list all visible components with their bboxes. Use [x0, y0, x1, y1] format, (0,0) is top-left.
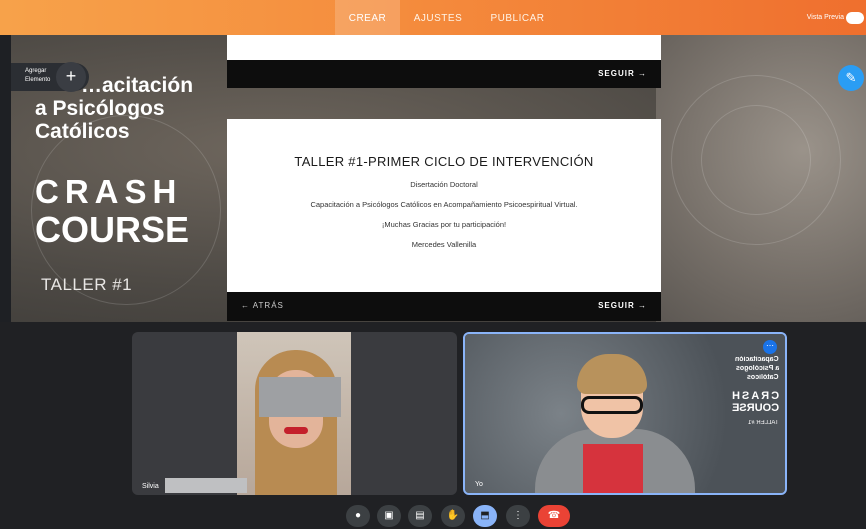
- slide-line: ¡Muchas Gracias por tu participación!: [381, 220, 507, 229]
- slide-title: TALLER #1-PRIMER CICLO DE INTERVENCIÓN: [294, 154, 594, 169]
- pen-icon[interactable]: ✎: [838, 65, 864, 91]
- course-title-line1: …acitación: [81, 74, 194, 97]
- captions-icon[interactable]: ▤: [408, 505, 432, 527]
- preview-toggle[interactable]: [846, 12, 864, 24]
- previous-slide-card: [227, 35, 661, 60]
- crash-heading: CRASH: [35, 173, 183, 210]
- tab-crear[interactable]: CREAR: [335, 0, 400, 35]
- tab-ajustes[interactable]: AJUSTES: [403, 0, 473, 35]
- camera-icon[interactable]: ▣: [377, 505, 401, 527]
- hand-icon[interactable]: ✋: [441, 505, 465, 527]
- top-bar: CREAR AJUSTES PUBLICAR Vista Previa: [0, 0, 866, 35]
- slide-nav-bottom: ← ATRÁS SEGUIR →: [227, 292, 661, 321]
- plus-icon[interactable]: +: [56, 62, 86, 92]
- back-button[interactable]: ← ATRÁS: [241, 301, 284, 310]
- add-element-label: Agregar Elemento: [25, 68, 51, 83]
- mirrored-text: CRASH: [729, 390, 779, 402]
- participant-name: Silvia: [142, 483, 159, 490]
- self-tile[interactable]: Capacitación a Psicólogos Católicos CRAS…: [463, 332, 787, 495]
- course-heading: COURSE: [35, 209, 190, 250]
- slide-nav-top: SEGUIR →: [227, 60, 661, 88]
- microphone-icon[interactable]: ●: [346, 505, 370, 527]
- more-options-icon[interactable]: ⋯: [763, 340, 777, 354]
- slide-line: Disertación Doctoral: [410, 180, 478, 189]
- end-call-icon[interactable]: ☎: [538, 505, 570, 527]
- next-button[interactable]: SEGUIR →: [598, 69, 647, 78]
- mirrored-text: COURSE: [731, 402, 779, 414]
- course-title-line2: a Psicólogos: [35, 97, 165, 120]
- participant-tile[interactable]: Silvia: [132, 332, 457, 495]
- mirrored-text: Católicos: [747, 374, 779, 381]
- slide-line: Mercedes Vallenilla: [411, 240, 477, 249]
- self-shirt: [583, 444, 643, 493]
- course-canvas: …acitación a Psicólogos Católicos CRASH …: [11, 35, 866, 322]
- tab-publicar[interactable]: PUBLICAR: [480, 0, 555, 35]
- taller-label: TALLER #1: [41, 275, 133, 294]
- self-glasses: [581, 396, 643, 414]
- decorative-circle: [701, 105, 811, 215]
- name-blur: [165, 478, 247, 493]
- mirrored-text: Capacitación: [735, 356, 779, 363]
- course-title-line3: Católicos: [35, 120, 130, 143]
- self-name: Yo: [475, 481, 483, 488]
- present-icon[interactable]: ⬒: [473, 505, 497, 527]
- slide-card: TALLER #1-PRIMER CICLO DE INTERVENCIÓN D…: [227, 119, 661, 292]
- preview-label: Vista Previa: [806, 14, 844, 21]
- privacy-blur: [259, 377, 341, 417]
- participant-lips: [284, 427, 308, 434]
- more-icon[interactable]: ⋮: [506, 505, 530, 527]
- mirrored-text: a Psicólogos: [735, 365, 779, 372]
- slide-line: Capacitación a Psicólogos Católicos en A…: [310, 200, 578, 209]
- participant-video: [237, 332, 351, 495]
- next-button[interactable]: SEGUIR →: [598, 301, 647, 310]
- mirrored-text: TALLER #1: [748, 420, 779, 426]
